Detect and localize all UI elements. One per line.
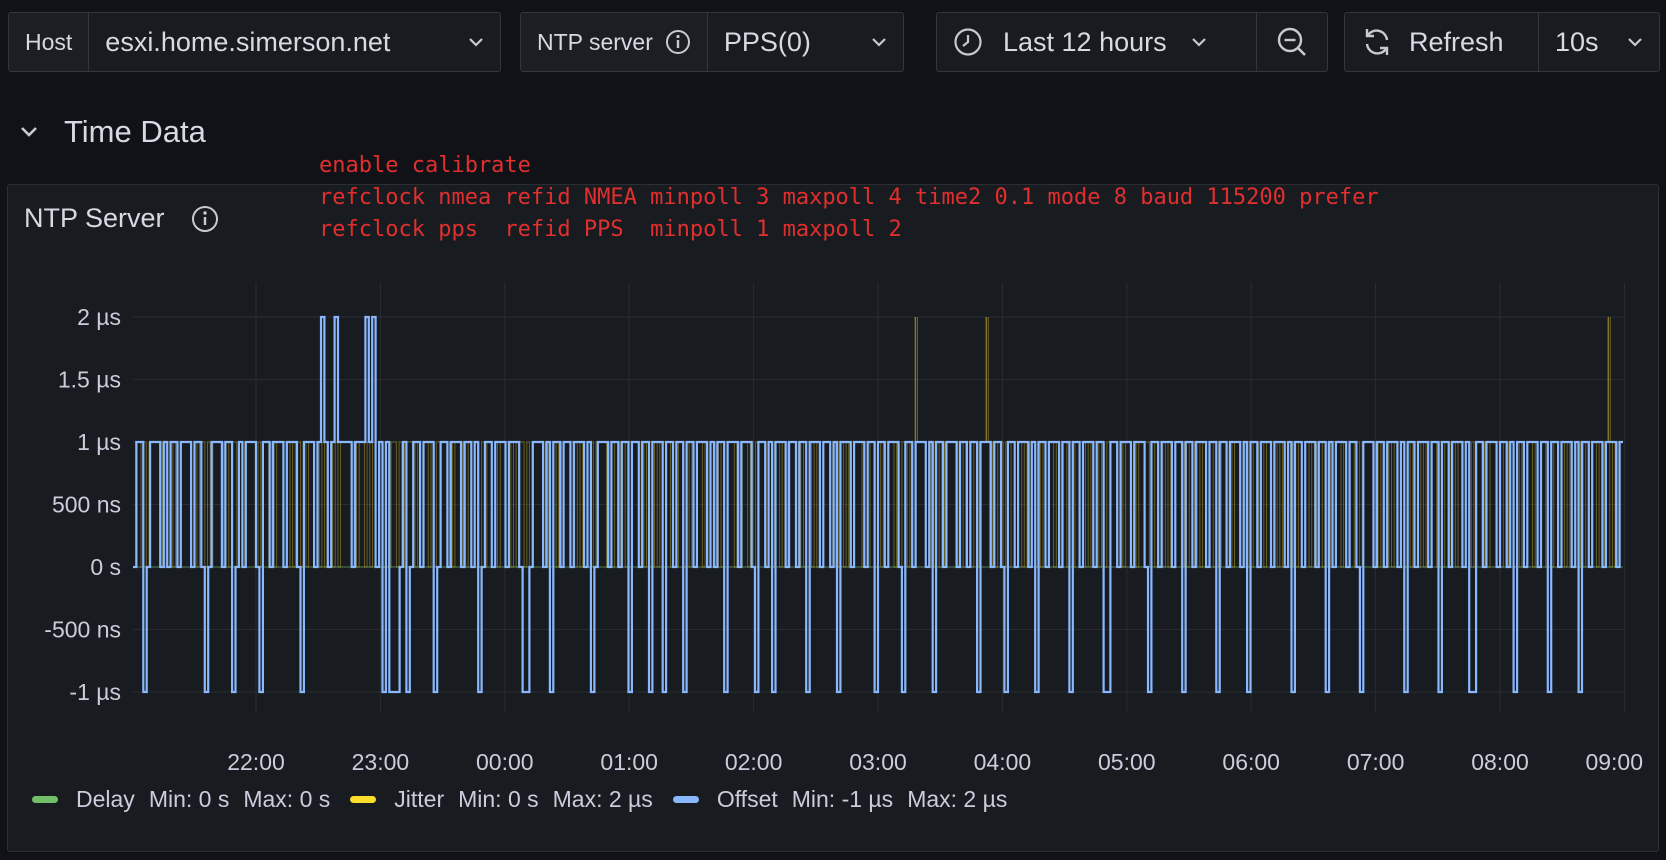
x-tick-label: 01:00: [600, 749, 658, 775]
y-tick-label: 1.5 µs: [58, 367, 121, 393]
legend-max-offset: Max: 2 µs: [907, 786, 1008, 812]
x-tick-label: 06:00: [1222, 749, 1280, 775]
x-tick-label: 07:00: [1347, 749, 1405, 775]
legend-item-offset[interactable]: Offset Min: -1 µs Max: 2 µs: [672, 786, 1008, 813]
y-tick-label: -500 ns: [44, 617, 121, 643]
y-tick-label: 0 s: [90, 554, 121, 580]
y-tick-label: 1 µs: [77, 429, 121, 455]
y-tick-label: 500 ns: [52, 492, 121, 518]
legend-swatch-offset: [672, 796, 699, 803]
legend-min-offset: Min: -1 µs: [791, 786, 894, 812]
legend-max-delay: Max: 0 s: [243, 786, 331, 812]
x-tick-label: 00:00: [476, 749, 534, 775]
legend-item-delay[interactable]: Delay Min: 0 s Max: 0 s: [32, 786, 330, 813]
legend-max-jitter: Max: 2 µs: [552, 786, 653, 812]
x-tick-label: 23:00: [352, 749, 410, 775]
x-tick-label: 02:00: [725, 749, 783, 775]
x-tick-label: 05:00: [1098, 749, 1156, 775]
legend-min-jitter: Min: 0 s: [458, 786, 539, 812]
legend-label-delay: Delay: [76, 786, 135, 812]
x-tick-label: 22:00: [227, 749, 285, 775]
legend-item-jitter[interactable]: Jitter Min: 0 s Max: 2 µs: [350, 786, 653, 813]
time-series-chart[interactable]: 2 µs 1.5 µs 1 µs 500 ns 0 s -500 ns -1 µs 22:00…: [0, 0, 1666, 860]
x-tick-label: 04:00: [974, 749, 1032, 775]
x-tick-label: 03:00: [849, 749, 907, 775]
legend-swatch-delay: [32, 796, 58, 803]
x-tick-label: 09:00: [1585, 749, 1643, 775]
legend-min-delay: Min: 0 s: [148, 786, 230, 812]
legend-label-offset: Offset: [716, 786, 778, 812]
legend-swatch-jitter: [350, 796, 377, 803]
legend-label-jitter: Jitter: [394, 786, 445, 812]
y-tick-label: 2 µs: [77, 304, 121, 330]
y-tick-label: -1 µs: [69, 679, 121, 705]
chart-legend: Delay Min: 0 s Max: 0 s Jitter Min: 0 s …: [32, 786, 1027, 813]
x-tick-label: 08:00: [1471, 749, 1529, 775]
